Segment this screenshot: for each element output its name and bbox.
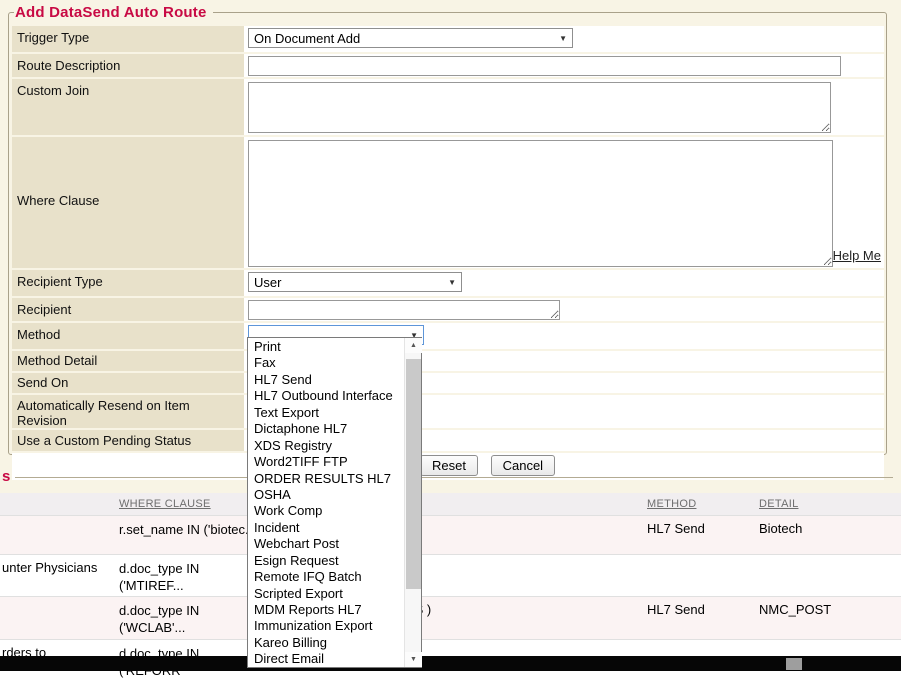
method-detail-row: Method Detail bbox=[12, 351, 884, 371]
recipient-type-row: Recipient Type User ▼ bbox=[12, 270, 884, 296]
dropdown-arrow-icon: ▼ bbox=[559, 35, 567, 43]
custom-join-label: Custom Join bbox=[12, 79, 244, 135]
where-clause-row: Where Clause Help Me bbox=[12, 137, 884, 268]
method-option[interactable]: Scripted Export bbox=[248, 586, 403, 602]
route-description-row: Route Description bbox=[12, 54, 884, 77]
method-row: Method ▼ bbox=[12, 323, 884, 349]
cell-detail: NMC_POST bbox=[757, 596, 901, 639]
method-dropdown-list: PrintFaxHL7 SendHL7 Outbound InterfaceTe… bbox=[247, 337, 422, 668]
table-row[interactable]: unter Physicians d.doc_type IN ('MTIREF.… bbox=[0, 554, 901, 596]
recipient-type-value: User bbox=[254, 275, 281, 290]
scrollbar-thumb[interactable] bbox=[786, 658, 802, 670]
form-legend: Add DataSend Auto Route bbox=[14, 4, 213, 21]
table-row[interactable]: d.doc_type IN ('WCLAB'... NITED STATES )… bbox=[0, 596, 901, 639]
method-option[interactable]: Webchart Post bbox=[248, 536, 403, 552]
recipient-type-select[interactable]: User ▼ bbox=[248, 272, 462, 292]
cell-description bbox=[0, 515, 117, 554]
where-clause-textarea[interactable] bbox=[248, 140, 833, 267]
cell-method bbox=[645, 554, 757, 596]
routes-section-legend: s bbox=[2, 468, 10, 485]
route-description-input[interactable] bbox=[248, 56, 841, 76]
dropdown-scrollbar[interactable]: ▲ ▼ bbox=[404, 338, 421, 667]
recipient-input[interactable] bbox=[248, 300, 560, 320]
method-option[interactable]: Work Comp bbox=[248, 503, 403, 519]
cell-detail bbox=[757, 554, 901, 596]
cell-description: unter Physicians bbox=[0, 554, 117, 596]
recipient-label: Recipient bbox=[12, 298, 244, 321]
method-option[interactable]: Esign Request bbox=[248, 553, 403, 569]
method-option[interactable]: XDS Registry bbox=[248, 438, 403, 454]
trigger-type-select[interactable]: On Document Add ▼ bbox=[248, 28, 573, 48]
method-option[interactable]: ORDER RESULTS HL7 bbox=[248, 471, 403, 487]
method-option[interactable]: Immunization Export bbox=[248, 618, 403, 634]
method-option[interactable]: HL7 Outbound Interface bbox=[248, 388, 403, 404]
cell-detail: Biotech bbox=[757, 515, 901, 554]
section-divider bbox=[15, 477, 893, 478]
custom-pending-status-label: Use a Custom Pending Status bbox=[12, 430, 244, 451]
method-option[interactable]: MDM Reports HL7 bbox=[248, 602, 403, 618]
route-description-label: Route Description bbox=[12, 54, 244, 77]
method-option[interactable]: Kareo Billing bbox=[248, 635, 403, 651]
method-label: Method bbox=[12, 323, 244, 349]
routes-section: s WHERE CLAUSE METHOD DETAIL r.set_n bbox=[0, 462, 901, 671]
bottom-black-bar bbox=[0, 656, 901, 671]
table-header-row: WHERE CLAUSE METHOD DETAIL bbox=[0, 493, 901, 515]
method-option[interactable]: OSHA bbox=[248, 487, 403, 503]
method-option[interactable]: Print bbox=[248, 339, 403, 355]
trigger-type-row: Trigger Type On Document Add ▼ bbox=[12, 26, 884, 52]
trigger-type-label: Trigger Type bbox=[12, 26, 244, 52]
method-detail-label: Method Detail bbox=[12, 351, 244, 371]
help-me-link[interactable]: Help Me bbox=[833, 248, 881, 263]
method-option[interactable]: Dictaphone HL7 bbox=[248, 421, 403, 437]
custom-pending-status-row: Use a Custom Pending Status bbox=[12, 430, 884, 451]
recipient-row: Recipient bbox=[12, 298, 884, 321]
custom-join-textarea[interactable] bbox=[248, 82, 831, 133]
method-options: PrintFaxHL7 SendHL7 Outbound InterfaceTe… bbox=[248, 339, 403, 666]
scroll-down-icon[interactable]: ▼ bbox=[405, 652, 422, 667]
col-header-detail[interactable]: DETAIL bbox=[757, 493, 901, 515]
method-option[interactable]: Direct Email bbox=[248, 651, 403, 666]
dropdown-arrow-icon: ▼ bbox=[448, 279, 456, 287]
auto-resend-row: Automatically Resend on Item Revision bbox=[12, 395, 884, 428]
scroll-up-icon[interactable]: ▲ bbox=[405, 338, 422, 353]
method-option[interactable]: Text Export bbox=[248, 405, 403, 421]
cell-method: HL7 Send bbox=[645, 515, 757, 554]
custom-join-row: Custom Join bbox=[12, 79, 884, 135]
trigger-type-value: On Document Add bbox=[254, 31, 360, 46]
dropdown-scroll-thumb[interactable] bbox=[406, 359, 421, 589]
auto-resend-label: Automatically Resend on Item Revision bbox=[12, 395, 244, 428]
method-option[interactable]: Incident bbox=[248, 520, 403, 536]
col-header-description bbox=[0, 493, 117, 515]
cell-method: HL7 Send bbox=[645, 596, 757, 639]
add-datasend-auto-route-form: Add DataSend Auto Route Trigger Type On … bbox=[8, 4, 887, 455]
method-option[interactable]: HL7 Send bbox=[248, 372, 403, 388]
page: Add DataSend Auto Route Trigger Type On … bbox=[0, 0, 901, 671]
cell-description bbox=[0, 596, 117, 639]
method-option[interactable]: Fax bbox=[248, 355, 403, 371]
send-on-row: Send On bbox=[12, 373, 884, 393]
table-row[interactable]: r.set_name IN ('biotec... HL7 Send Biote… bbox=[0, 515, 901, 554]
col-header-method[interactable]: METHOD bbox=[645, 493, 757, 515]
send-on-label: Send On bbox=[12, 373, 244, 393]
method-option[interactable]: Remote IFQ Batch bbox=[248, 569, 403, 585]
recipient-type-label: Recipient Type bbox=[12, 270, 244, 296]
method-option[interactable]: Word2TIFF FTP bbox=[248, 454, 403, 470]
where-clause-label: Where Clause bbox=[12, 137, 244, 268]
routes-table: WHERE CLAUSE METHOD DETAIL r.set_name IN… bbox=[0, 493, 901, 681]
